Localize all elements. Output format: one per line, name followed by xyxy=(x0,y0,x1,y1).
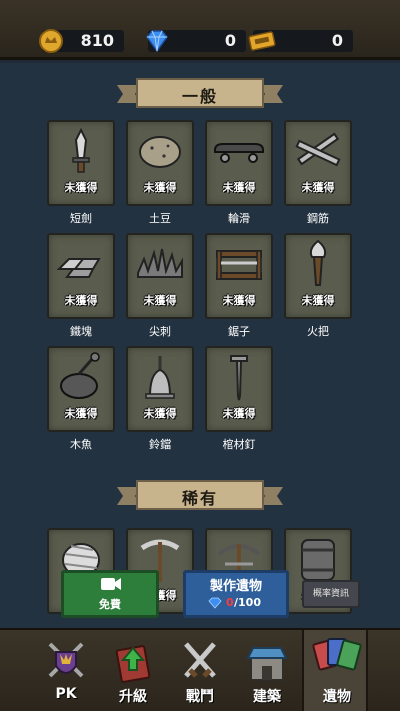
skateboard-icon xyxy=(214,143,264,163)
common-relic-tile[interactable]: 未獲得 xyxy=(126,120,194,206)
craft-label: 製作遺物 xyxy=(209,579,262,594)
ticket-value: 0 xyxy=(331,31,343,50)
iron-block-icon xyxy=(56,258,101,278)
coffin-nail-icon xyxy=(230,355,248,401)
relic-status: 未獲得 xyxy=(222,294,256,307)
crossed-swords-shield-icon xyxy=(48,642,84,678)
nav-label-pk: PK xyxy=(55,686,77,702)
relic-name: 鋼筋 xyxy=(307,212,329,225)
diamond-icon xyxy=(146,30,168,53)
nav-label-upgrade: 升級 xyxy=(119,689,147,705)
common-relic-tile[interactable]: 未獲得 xyxy=(126,346,194,432)
common-relic-tile[interactable]: 未獲得 xyxy=(47,120,115,206)
relic-name: 鈴鐺 xyxy=(149,438,171,451)
battle-swords-icon xyxy=(184,642,216,678)
gold-coin-icon xyxy=(39,29,63,53)
upgrade-book-icon xyxy=(115,645,151,683)
bottom-nav: PK 升級 戰鬥 建築 遺物 xyxy=(0,628,400,711)
nav-tab-relic[interactable]: 遺物 xyxy=(302,630,368,711)
relic-status: 未獲得 xyxy=(64,294,98,307)
relic-status: 未獲得 xyxy=(222,181,256,194)
ticket-icon xyxy=(248,31,276,51)
relic-status: 未獲得 xyxy=(143,407,177,420)
relic-name: 鋸子 xyxy=(228,325,250,338)
gold-counter: 810 xyxy=(39,29,124,53)
spikes-icon xyxy=(137,248,183,278)
relic-name: 短劍 xyxy=(70,212,92,225)
common-relic-tile[interactable]: 未獲得 xyxy=(126,233,194,319)
relic-name: 火把 xyxy=(307,325,329,338)
rebar-icon xyxy=(295,132,341,167)
craft-cost-total: /100 xyxy=(234,596,261,609)
relic-collection-panel[interactable]: 一般 未獲得 短劍 未獲得 土豆 未獲得 輪滑 未獲得 鋼筋 未獲得 鐵塊 未獲得 尖刺 未獲得 鋸子 未獲… xyxy=(0,63,400,628)
nav-tab-pk[interactable]: PK xyxy=(33,630,99,711)
diamond-icon xyxy=(208,597,222,609)
relic-status: 未獲得 xyxy=(222,407,256,420)
nav-label-battle: 戰鬥 xyxy=(186,689,214,705)
free-ad-button[interactable]: 免費 xyxy=(61,570,159,618)
bell-icon xyxy=(145,356,175,399)
gem-value: 0 xyxy=(224,31,236,50)
potato-icon xyxy=(139,136,181,168)
nav-tab-battle[interactable]: 戰鬥 xyxy=(167,630,233,711)
relic-name: 木魚 xyxy=(70,438,92,451)
video-camera-icon xyxy=(101,578,121,590)
nav-tab-upgrade[interactable]: 升級 xyxy=(100,630,166,711)
saw-icon xyxy=(216,250,262,280)
nav-label-relic: 遺物 xyxy=(323,689,351,705)
free-label: 免費 xyxy=(99,598,121,611)
common-relic-tile[interactable]: 未獲得 xyxy=(205,346,273,432)
building-icon xyxy=(246,647,288,681)
nav-tab-building[interactable]: 建築 xyxy=(234,630,300,711)
common-relic-tile[interactable]: 未獲得 xyxy=(205,120,273,206)
relic-status: 未獲得 xyxy=(301,181,335,194)
relic-name: 尖刺 xyxy=(149,325,171,338)
gem-counter: 0 xyxy=(146,30,246,53)
relic-status: 未獲得 xyxy=(64,181,98,194)
common-relic-tile[interactable]: 未獲得 xyxy=(47,233,115,319)
wooden-fish-icon xyxy=(60,352,100,399)
relic-status: 未獲得 xyxy=(64,407,98,420)
ticket-counter: 0 xyxy=(248,30,353,52)
craft-cost-current: 0 xyxy=(226,596,234,609)
common-relic-tile[interactable]: 未獲得 xyxy=(284,120,352,206)
currency-bar: 810 0 0 xyxy=(0,0,400,60)
relic-name: 棺材釘 xyxy=(222,438,256,451)
section-header-rare: 稀有 xyxy=(115,479,285,513)
common-relic-tile[interactable]: 未獲得 xyxy=(284,233,352,319)
relic-name: 輪滑 xyxy=(228,212,250,225)
barrel-icon xyxy=(301,539,335,581)
relic-cards-icon xyxy=(312,638,362,671)
dagger-icon xyxy=(72,127,90,173)
section-title-rare: 稀有 xyxy=(181,489,218,508)
torch-icon xyxy=(309,239,327,286)
nav-label-building: 建築 xyxy=(253,689,281,705)
relic-status: 未獲得 xyxy=(301,294,335,307)
relic-name: 鐵塊 xyxy=(70,325,92,338)
relic-status: 未獲得 xyxy=(143,294,177,307)
relic-name: 土豆 xyxy=(149,212,171,225)
section-title-common: 一般 xyxy=(181,87,218,106)
common-relic-tile[interactable]: 未獲得 xyxy=(47,346,115,432)
common-relic-tile[interactable]: 未獲得 xyxy=(205,233,273,319)
probability-info-button[interactable]: 概率資訊 xyxy=(302,580,360,608)
section-header-common: 一般 xyxy=(115,77,285,111)
craft-relic-button[interactable]: 製作遺物 0 /100 xyxy=(183,570,289,618)
relic-status: 未獲得 xyxy=(143,181,177,194)
gold-value: 810 xyxy=(80,31,114,50)
